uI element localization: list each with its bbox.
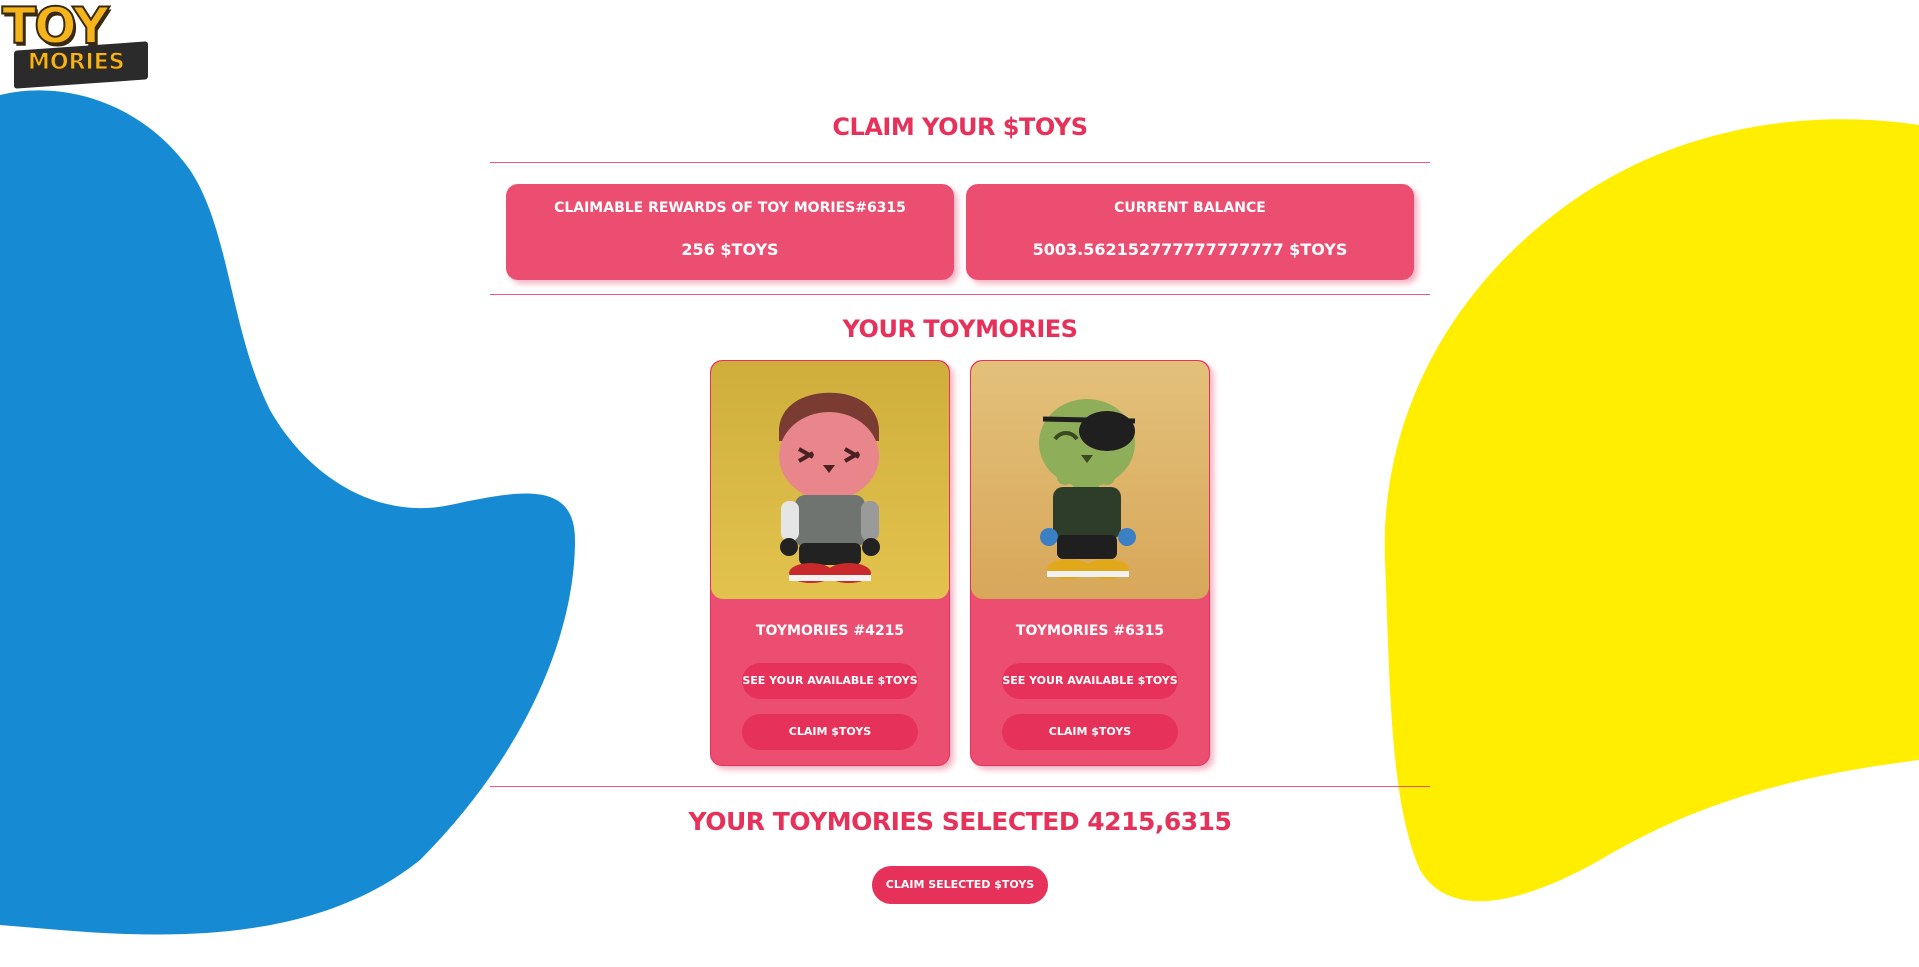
claim-title: CLAIM YOUR $TOYS xyxy=(832,113,1088,141)
nft-card-4215[interactable]: TOYMORIES #4215 SEE YOUR AVAILABLE $TOYS… xyxy=(710,360,950,766)
divider xyxy=(490,786,1430,787)
claim-toys-button[interactable]: CLAIM $TOYS xyxy=(1002,714,1178,750)
rewards-value: 256 $TOYS xyxy=(681,240,779,259)
logo-bottom-text: MORIES xyxy=(28,50,126,76)
nft-name: TOYMORIES #6315 xyxy=(1015,623,1165,639)
nft-image-4215[interactable] xyxy=(711,361,949,599)
divider xyxy=(490,294,1430,295)
toymories-logo[interactable]: TOY MORIES xyxy=(1,0,162,90)
nft-card-6315[interactable]: TOYMORIES #6315 SEE YOUR AVAILABLE $TOYS… xyxy=(970,360,1210,766)
divider xyxy=(490,162,1430,163)
yellow-blob xyxy=(1384,119,1919,902)
claim-toys-button[interactable]: CLAIM $TOYS xyxy=(742,714,918,750)
claim-selected-toys-button[interactable]: CLAIM SELECTED $TOYS xyxy=(872,866,1048,904)
blue-blob xyxy=(0,90,575,935)
see-available-toys-button[interactable]: SEE YOUR AVAILABLE $TOYS xyxy=(742,663,918,699)
page: TOY MORIES CLAIM YOUR $TOYS CLAIMABLE RE… xyxy=(0,0,1919,967)
rewards-label: CLAIMABLE REWARDS OF TOY MORIES#6315 xyxy=(554,200,906,216)
toys-title: YOUR TOYMORIES xyxy=(842,315,1078,343)
balance-label: CURRENT BALANCE xyxy=(1114,200,1266,216)
nft-name: TOYMORIES #4215 xyxy=(755,623,905,639)
see-available-toys-button[interactable]: SEE YOUR AVAILABLE $TOYS xyxy=(1002,663,1178,699)
logo-top-text: TOY xyxy=(1,0,110,55)
balance-value: 5003.562152777777777777 $TOYS xyxy=(1032,240,1348,259)
claimable-rewards-card: CLAIMABLE REWARDS OF TOY MORIES#6315 256… xyxy=(506,184,954,280)
selected-title: YOUR TOYMORIES SELECTED 4215,6315 xyxy=(688,807,1232,836)
nft-image-6315[interactable] xyxy=(971,361,1209,599)
current-balance-card: CURRENT BALANCE 5003.562152777777777777 … xyxy=(966,184,1414,280)
